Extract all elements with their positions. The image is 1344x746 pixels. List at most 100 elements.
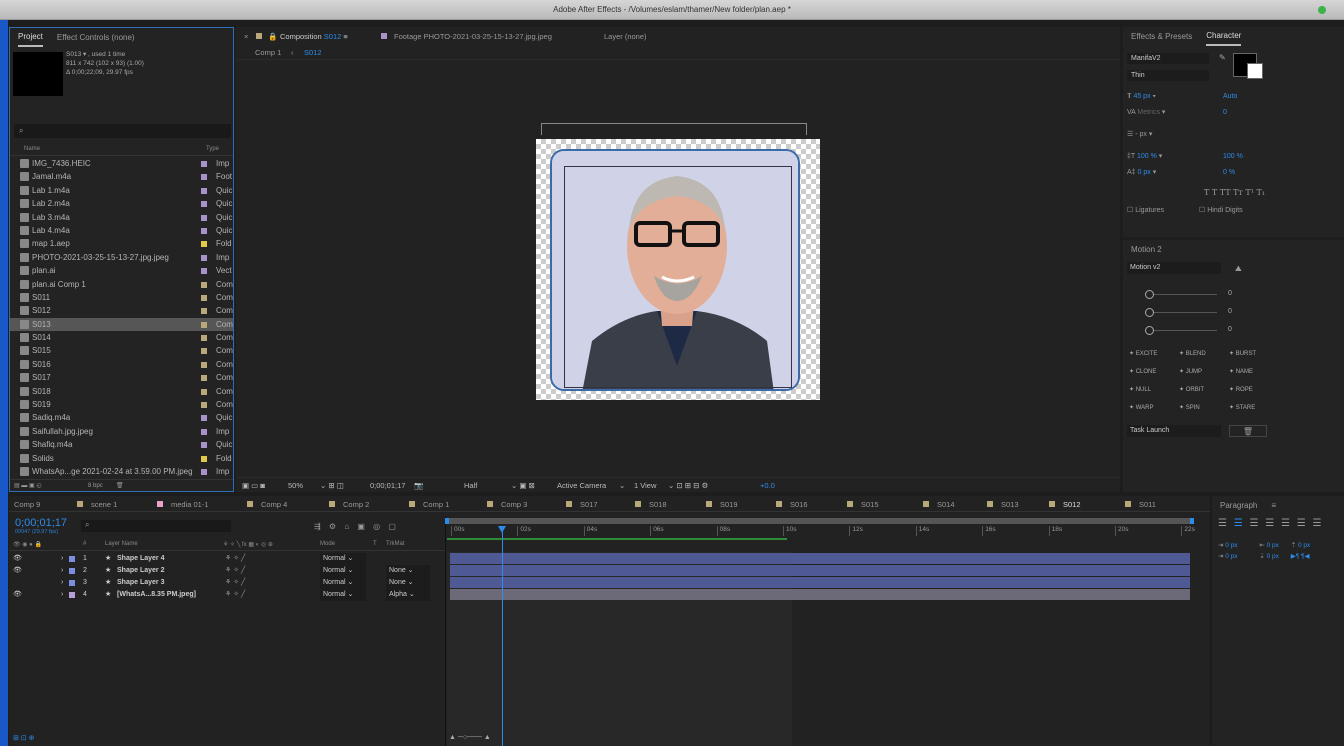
stroke-color[interactable] bbox=[1247, 63, 1263, 79]
layer-tab[interactable]: Layer (none) bbox=[604, 27, 647, 46]
zoom-window-button[interactable] bbox=[1318, 6, 1326, 14]
label-swatch[interactable] bbox=[201, 174, 207, 181]
font-select[interactable]: ManifaV2 bbox=[1127, 53, 1209, 64]
resolution-select[interactable]: Half bbox=[464, 478, 477, 492]
project-item[interactable]: Saifullah.jpg.jpeg Imp bbox=[10, 425, 233, 438]
camera-select[interactable]: Active Camera bbox=[557, 478, 606, 492]
bpc-label[interactable]: 8 bpc bbox=[88, 480, 103, 491]
project-item[interactable]: Lab 2.m4a Quic bbox=[10, 197, 233, 210]
indent-first[interactable]: 0 px bbox=[1225, 553, 1237, 560]
slider-3-value[interactable]: 0 bbox=[1228, 326, 1232, 333]
tab-effects-presets[interactable]: Effects & Presets bbox=[1131, 27, 1192, 47]
label-swatch[interactable] bbox=[201, 455, 207, 462]
project-item[interactable]: Sadiq.m4a Quic bbox=[10, 411, 233, 424]
tab-paragraph[interactable]: Paragraph bbox=[1220, 496, 1257, 516]
label-swatch[interactable] bbox=[201, 442, 207, 449]
direction-icons[interactable]: ▶¶ ¶◀ bbox=[1291, 553, 1310, 560]
trash-icon[interactable]: 🗑 bbox=[116, 480, 124, 491]
playhead[interactable] bbox=[502, 528, 503, 746]
label-swatch[interactable] bbox=[201, 214, 207, 221]
close-icon[interactable]: × bbox=[244, 27, 248, 46]
style-select[interactable]: Thin bbox=[1127, 70, 1209, 81]
timeline-tab[interactable]: Comp 9 bbox=[14, 500, 40, 509]
layer-name[interactable]: Shape Layer 4 bbox=[117, 553, 164, 565]
label-swatch[interactable] bbox=[201, 348, 207, 355]
kerning[interactable]: Metrics bbox=[1137, 109, 1160, 116]
timeline-tab[interactable]: media 01-1 bbox=[157, 500, 209, 509]
project-item[interactable]: plan.ai Vect bbox=[10, 264, 233, 277]
motion-button-excite[interactable]: ✦ EXCITE bbox=[1129, 350, 1157, 357]
layer-name[interactable]: Shape Layer 3 bbox=[117, 577, 164, 589]
motion-button-rope[interactable]: ✦ ROPE bbox=[1229, 386, 1253, 393]
label-swatch[interactable] bbox=[201, 161, 207, 167]
project-item[interactable]: PHOTO-2021-03-25-15-13-27.jpg.jpeg Imp bbox=[10, 251, 233, 264]
camera-icon[interactable]: 📷 bbox=[414, 478, 423, 492]
footage-tab[interactable]: Footage PHOTO-2021-03-25-15-13-27.jpg.jp… bbox=[394, 27, 552, 46]
search-input[interactable]: ⌕ bbox=[14, 124, 231, 138]
label-swatch[interactable] bbox=[201, 415, 207, 422]
project-item[interactable]: WhatsAp...ge 2021-02-24 at 3.59.00 PM.jp… bbox=[10, 465, 233, 478]
timeline-tab[interactable]: S015 bbox=[847, 500, 879, 509]
layer-row[interactable]: › 3 ★ Shape Layer 3 ⚘ ✧ ╱ Normal ⌄ None ⌄ bbox=[9, 577, 445, 589]
timeline-tab[interactable]: Comp 3 bbox=[487, 500, 527, 509]
tab-project[interactable]: Project bbox=[18, 29, 43, 47]
motion-button-blend[interactable]: ✦ BLEND bbox=[1179, 350, 1206, 357]
timeline-tab[interactable]: S014 bbox=[923, 500, 955, 509]
project-item[interactable]: S012 Com bbox=[10, 304, 233, 317]
project-item[interactable]: Lab 3.m4a Quic bbox=[10, 211, 233, 224]
project-item[interactable]: S015 Com bbox=[10, 344, 233, 357]
tsume[interactable]: 0 % bbox=[1223, 165, 1235, 181]
label-swatch[interactable] bbox=[201, 375, 207, 382]
project-item[interactable]: Jamal.m4a Foot bbox=[10, 170, 233, 183]
layer-color[interactable] bbox=[69, 580, 75, 586]
label-swatch[interactable] bbox=[201, 201, 207, 208]
col-name[interactable]: Name bbox=[24, 146, 40, 152]
tracking[interactable]: 0 bbox=[1223, 105, 1227, 121]
align-buttons[interactable]: ☰ ☰ ☰ ☰ ☰ ☰ ☰ bbox=[1218, 518, 1321, 529]
timeline-tab[interactable]: S017 bbox=[566, 500, 598, 509]
layer-name[interactable]: Shape Layer 2 bbox=[117, 565, 164, 577]
slider-1-value[interactable]: 0 bbox=[1228, 290, 1232, 297]
col-layer-name[interactable]: Layer Name bbox=[105, 541, 138, 547]
comp-tab-label[interactable]: Composition bbox=[280, 32, 322, 41]
tab-character[interactable]: Character bbox=[1206, 28, 1242, 46]
project-item[interactable]: S017 Com bbox=[10, 371, 233, 384]
space-before[interactable]: 0 px bbox=[1298, 542, 1310, 549]
project-item[interactable]: Solids Fold bbox=[10, 452, 233, 465]
project-item[interactable]: S014 Com bbox=[10, 331, 233, 344]
tab-effect-controls[interactable]: Effect Controls (none) bbox=[57, 28, 135, 48]
label-swatch[interactable] bbox=[201, 388, 207, 395]
slider-2[interactable] bbox=[1145, 308, 1154, 317]
timeline-tab[interactable]: S016 bbox=[776, 500, 808, 509]
label-swatch[interactable] bbox=[201, 241, 207, 248]
motion-button-spin[interactable]: ✦ SPIN bbox=[1179, 404, 1200, 411]
timeline-tab[interactable]: Comp 4 bbox=[247, 500, 287, 509]
task-launch-select[interactable]: Task Launch bbox=[1127, 425, 1221, 437]
project-item[interactable]: S019 Com bbox=[10, 398, 233, 411]
layer-row[interactable]: 👁 › 4 ★ [WhatsA...8.35 PM.jpeg] ⚘ ✧ ╱ Normal ⌄… bbox=[9, 589, 445, 601]
col-trkmat[interactable]: TrkMat bbox=[386, 541, 404, 547]
slider-2-value[interactable]: 0 bbox=[1228, 308, 1232, 315]
label-swatch[interactable] bbox=[201, 468, 207, 475]
breadcrumb-comp1[interactable]: Comp 1 bbox=[255, 46, 281, 60]
label-swatch[interactable] bbox=[201, 268, 207, 275]
timeline-tab[interactable]: S019 bbox=[706, 500, 738, 509]
timeline-tab[interactable]: scene 1 bbox=[77, 500, 117, 509]
blend-mode-select[interactable]: Normal ⌄ bbox=[320, 565, 366, 577]
timeline-timecode[interactable]: 0;00;01;17 bbox=[15, 517, 67, 529]
indent-left[interactable]: 0 px bbox=[1225, 542, 1237, 549]
space-after[interactable]: 0 px bbox=[1267, 553, 1279, 560]
exposure-value[interactable]: +0.0 bbox=[760, 478, 775, 492]
project-item[interactable]: Shafiq.m4a Quic bbox=[10, 438, 233, 451]
timeline-search[interactable]: ⌕ bbox=[81, 520, 231, 532]
project-item[interactable]: S016 Com bbox=[10, 358, 233, 371]
label-swatch[interactable] bbox=[201, 402, 207, 409]
motion-button-name[interactable]: ✦ NAME bbox=[1229, 368, 1253, 375]
text-style-buttons[interactable]: T T TT Tт T¹ T₁ bbox=[1127, 185, 1342, 201]
col-type[interactable]: Type bbox=[206, 146, 219, 152]
motion-button-orbit[interactable]: ✦ ORBIT bbox=[1179, 386, 1204, 393]
eye-icon[interactable]: 👁 bbox=[13, 565, 22, 577]
layer-bar-3[interactable] bbox=[450, 577, 1190, 588]
work-area-bar[interactable] bbox=[445, 518, 1194, 524]
motion-button-warp[interactable]: ✦ WARP bbox=[1129, 404, 1153, 411]
